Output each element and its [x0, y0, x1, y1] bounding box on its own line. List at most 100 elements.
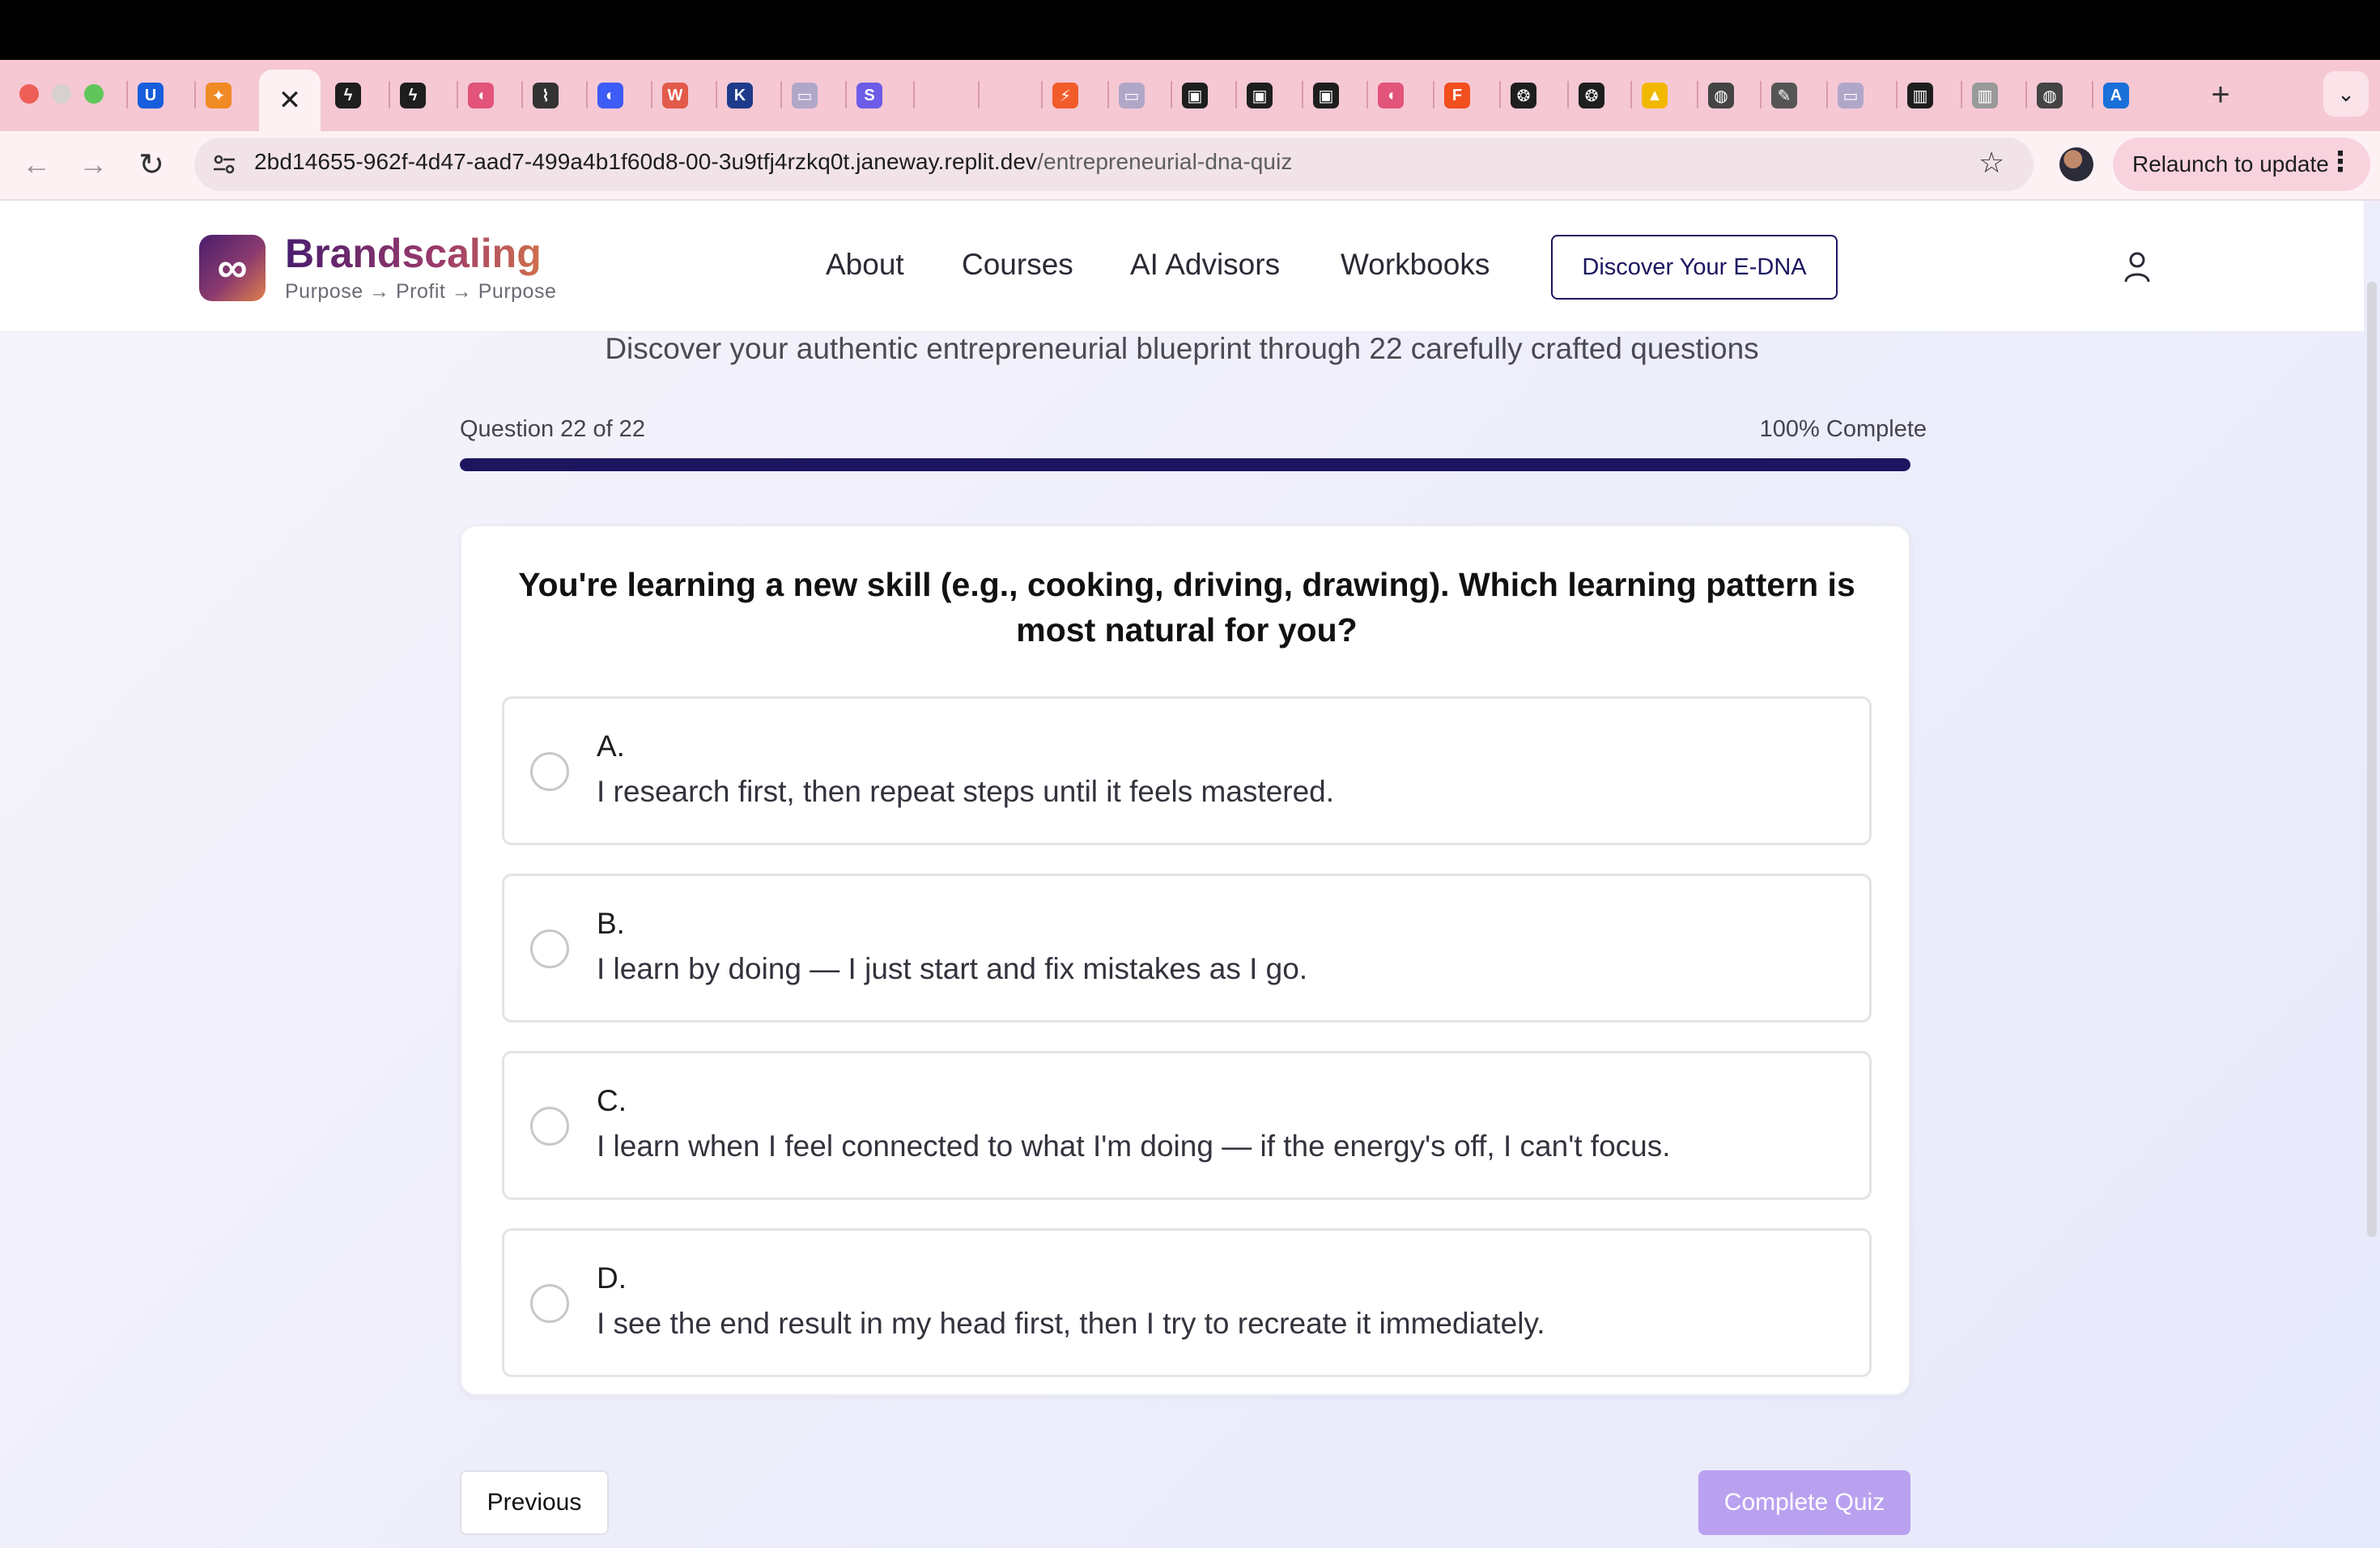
brand-tagline: Purpose → Profit → Purpose: [285, 280, 557, 303]
browser-tab[interactable]: ▲: [1634, 74, 1676, 117]
browser-tab[interactable]: ◍: [1700, 74, 1742, 117]
browser-tab[interactable]: ◐: [589, 74, 631, 117]
page-scrollbar[interactable]: [2367, 282, 2377, 1237]
progress-bar: [460, 458, 1910, 471]
browser-tab[interactable]: W: [654, 74, 696, 117]
browser-tab[interactable]: ⌇: [525, 74, 567, 117]
tab-separator: [2025, 81, 2027, 108]
previous-button[interactable]: Previous: [460, 1470, 609, 1535]
site-info-icon[interactable]: [207, 147, 241, 181]
answer-option-b[interactable]: B. I learn by doing — I just start and f…: [502, 874, 1872, 1023]
browser-tab[interactable]: [981, 74, 1023, 117]
relaunch-button[interactable]: Relaunch to update ⋮: [2113, 138, 2370, 191]
browser-tab[interactable]: [916, 74, 958, 117]
profile-avatar[interactable]: [2059, 147, 2093, 181]
brand-logo-icon[interactable]: ∞: [199, 235, 266, 301]
generic-page-icon: ▥: [1972, 83, 1998, 108]
generic-page-icon: ▭: [792, 83, 818, 108]
bookmark-star-icon[interactable]: ☆: [1978, 146, 2004, 180]
system-top-bar: [0, 0, 2380, 60]
answer-option-d[interactable]: D. I see the end result in my head first…: [502, 1228, 1872, 1377]
browser-tab[interactable]: ϟ: [327, 74, 369, 117]
messenger-icon: ⌇: [533, 83, 559, 108]
back-button[interactable]: ←: [16, 144, 57, 185]
progress-bar-fill: [460, 458, 1910, 471]
answer-option-c[interactable]: C. I learn when I feel connected to what…: [502, 1051, 1872, 1200]
browser-tab[interactable]: ▭: [1111, 74, 1153, 117]
tab-separator: [651, 81, 652, 108]
radio-button[interactable]: [530, 752, 569, 791]
option-text: I learn when I feel connected to what I'…: [597, 1129, 1671, 1163]
browser-menu-icon[interactable]: ⋮: [2327, 146, 2354, 178]
browser-tab[interactable]: U: [130, 74, 172, 117]
complete-quiz-button[interactable]: Complete Quiz: [1698, 1470, 1910, 1535]
monitor-icon: ▣: [1247, 83, 1273, 108]
webflow-icon: W: [662, 83, 688, 108]
browser-tab[interactable]: ✦: [198, 74, 240, 117]
url-path: /entrepreneurial-dna-quiz: [1037, 149, 1293, 174]
globe-icon: ◍: [1708, 83, 1734, 108]
browser-tab[interactable]: ▭: [784, 74, 826, 117]
azure-icon: A: [2103, 83, 2129, 108]
globe-icon: ◍: [2037, 83, 2063, 108]
discover-edna-button[interactable]: Discover Your E-DNA: [1551, 235, 1838, 300]
folder-gradient-icon: ◖: [1378, 83, 1404, 108]
tab-separator: [1499, 81, 1501, 108]
active-tab[interactable]: ✕: [259, 70, 321, 131]
close-tab-icon[interactable]: ✕: [278, 84, 302, 117]
browser-tab[interactable]: F: [1436, 74, 1478, 117]
page-viewport: ∞ Brandscaling Purpose → Profit → Purpos…: [0, 201, 2380, 1548]
browser-tab[interactable]: ▣: [1239, 74, 1281, 117]
browser-tab[interactable]: ❂: [1502, 74, 1545, 117]
tab-search-button[interactable]: ⌄: [2323, 71, 2369, 117]
radio-button[interactable]: [530, 1284, 569, 1323]
nav-courses[interactable]: Courses: [962, 248, 1073, 282]
nav-workbooks[interactable]: Workbooks: [1341, 248, 1490, 282]
browser-tab[interactable]: ▣: [1305, 74, 1347, 117]
nav-about[interactable]: About: [826, 248, 904, 282]
browser-tab[interactable]: ◖: [1370, 74, 1412, 117]
browser-tab[interactable]: ▭: [1830, 74, 1872, 117]
close-window-button[interactable]: [19, 84, 39, 104]
question-card: You're learning a new skill (e.g., cooki…: [460, 525, 1910, 1396]
reload-button[interactable]: ↻: [131, 144, 172, 185]
browser-tab[interactable]: S: [848, 74, 890, 117]
generic-page-icon: ▭: [1119, 83, 1145, 108]
tab-separator: [780, 81, 782, 108]
browser-tab[interactable]: ◍: [2029, 74, 2071, 117]
openai-icon: ❂: [1511, 83, 1536, 108]
browser-tab[interactable]: ▣: [1174, 74, 1216, 117]
browser-tab[interactable]: K: [719, 74, 761, 117]
user-account-icon[interactable]: [2121, 249, 2153, 285]
browser-tab[interactable]: A: [2095, 74, 2137, 117]
maximize-window-button[interactable]: [84, 84, 104, 104]
tab-separator: [2092, 81, 2093, 108]
nav-ai-advisors[interactable]: AI Advisors: [1130, 248, 1280, 282]
radio-button[interactable]: [530, 929, 569, 968]
answer-option-a[interactable]: A. I research first, then repeat steps u…: [502, 696, 1872, 845]
url-host: 2bd14655-962f-4d47-aad7-499a4b1f60d8-00-…: [254, 149, 1038, 174]
browser-tab[interactable]: ✎: [1763, 74, 1805, 117]
browser-tab[interactable]: ❂: [1570, 74, 1613, 117]
tab-separator: [1366, 81, 1368, 108]
new-tab-button[interactable]: +: [2200, 74, 2241, 115]
url-text[interactable]: 2bd14655-962f-4d47-aad7-499a4b1f60d8-00-…: [254, 149, 1293, 175]
tab-separator: [1697, 81, 1698, 108]
brand-name[interactable]: Brandscaling: [285, 230, 542, 277]
browser-tab[interactable]: ▥: [1899, 74, 1941, 117]
forward-button[interactable]: →: [73, 144, 113, 185]
tab-separator: [1107, 81, 1109, 108]
tab-separator: [913, 81, 915, 108]
tab-separator: [1826, 81, 1828, 108]
supabase-icon: ϟ: [335, 83, 361, 108]
tab-separator: [521, 81, 523, 108]
browser-tab[interactable]: ϟ: [392, 74, 434, 117]
chart-icon: ▥: [1907, 83, 1933, 108]
monitor-icon: ▣: [1182, 83, 1208, 108]
browser-tab[interactable]: ⚡: [1044, 74, 1086, 117]
openai-icon: ❂: [1579, 83, 1604, 108]
browser-tab[interactable]: ◖: [460, 74, 502, 117]
browser-tab[interactable]: ▥: [1964, 74, 2006, 117]
radio-button[interactable]: [530, 1107, 569, 1146]
minimize-window-button[interactable]: [52, 84, 71, 104]
